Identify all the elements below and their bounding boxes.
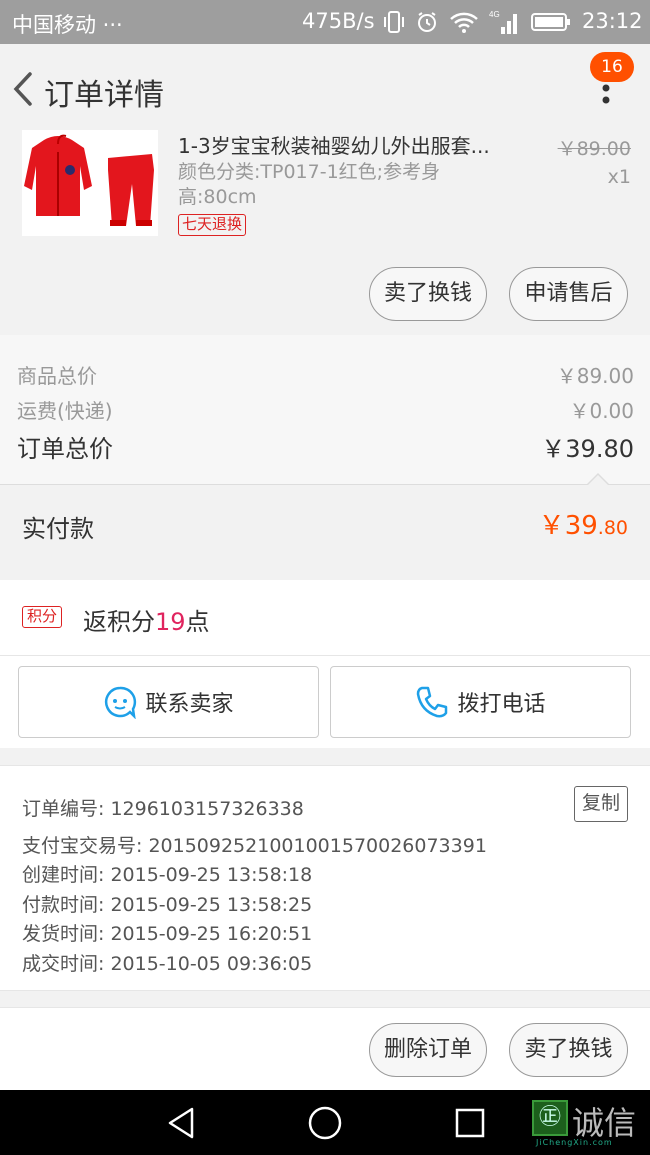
status-bar: 中国移动 ··· 475B/s 4G 23:12	[0, 0, 650, 44]
paid-time: 付款时间: 2015-09-25 13:58:25	[22, 894, 313, 916]
back-arrow-icon[interactable]	[8, 70, 38, 108]
sell-for-cash-bottom-button[interactable]: 卖了换钱	[509, 1023, 628, 1077]
4g-signal-icon: 4G	[489, 10, 517, 34]
watermark-logo: ㊣ 诚信 JiChengXin.com	[532, 1096, 650, 1147]
actual-payment: 实付款 ￥39.80	[0, 485, 650, 563]
order-number: 订单编号: 1296103157326338	[22, 798, 304, 820]
product-card[interactable]: 1-3岁宝宝秋装袖婴幼儿外出服套... 颜色分类:TP017-1红色;参考身高:…	[0, 130, 650, 335]
original-price: ￥89.00	[557, 138, 631, 160]
product-spec: 颜色分类:TP017-1红色;参考身高:80cm	[178, 161, 441, 208]
system-navigation-bar: ㊣ 诚信 JiChengXin.com	[0, 1090, 650, 1155]
nav-back-icon[interactable]	[166, 1107, 196, 1139]
amount-main: 39	[564, 511, 598, 541]
points-tag: 积分	[22, 606, 63, 628]
points-reward: 积分 返积分19点	[0, 580, 650, 656]
more-options-icon[interactable]	[598, 80, 614, 112]
seven-day-return-tag: 七天退换	[178, 214, 247, 236]
contact-seller-label: 联系卖家	[145, 692, 234, 717]
red-outfit-image	[22, 130, 158, 236]
currency-symbol: ￥	[538, 511, 565, 541]
pointer-arrow-inner	[588, 475, 608, 485]
actual-payment-label: 实付款	[22, 515, 94, 543]
header-bar: 订单详情 16	[0, 44, 650, 130]
page-title: 订单详情	[44, 78, 164, 113]
phone-icon	[417, 686, 448, 718]
contact-seller-button[interactable]: 联系卖家	[18, 666, 319, 738]
points-text: 返积分19点	[83, 602, 210, 637]
svg-text:4G: 4G	[489, 10, 500, 19]
amount-cents: .80	[597, 517, 628, 539]
clock: 23:12	[582, 9, 643, 33]
shipping-label: 运费(快递)	[17, 399, 113, 423]
chat-bubble-icon	[105, 686, 137, 719]
battery-icon	[531, 13, 570, 31]
order-total-row: 订单总价 ￥39.80	[17, 429, 634, 464]
apply-after-sales-button[interactable]: 申请售后	[509, 267, 628, 321]
goods-total-row: 商品总价 ￥89.00	[17, 360, 634, 389]
wifi-icon	[450, 12, 478, 33]
copy-button[interactable]: 复制	[574, 786, 628, 822]
call-phone-label: 拨打电话	[457, 692, 546, 717]
call-phone-button[interactable]: 拨打电话	[330, 666, 631, 738]
alarm-icon	[418, 12, 436, 32]
nav-home-icon[interactable]	[307, 1105, 343, 1141]
nav-recent-apps-icon[interactable]	[454, 1107, 486, 1139]
carrier-name: 中国移动 ···	[12, 13, 123, 37]
sell-for-cash-button[interactable]: 卖了换钱	[369, 267, 487, 321]
points-suffix: 点	[185, 608, 210, 636]
order-info: 订单编号: 1296103157326338 复制 支付宝交易号: 201509…	[0, 765, 650, 991]
vibrate-icon	[384, 11, 404, 33]
delete-order-button[interactable]: 删除订单	[369, 1023, 487, 1077]
points-prefix: 返积分	[83, 608, 155, 636]
quantity: x1	[607, 166, 631, 188]
status-icons: 4G	[383, 8, 571, 36]
shipped-time: 发货时间: 2015-09-25 16:20:51	[22, 923, 313, 945]
contact-actions: 联系卖家 拨打电话	[0, 656, 650, 748]
network-speed: 475B/s	[302, 9, 375, 33]
goods-total-label: 商品总价	[17, 364, 97, 388]
actual-payment-amount: ￥39.80	[539, 505, 628, 542]
notification-badge: 16	[590, 52, 634, 82]
goods-total-value: ￥89.00	[556, 364, 634, 388]
order-total-label: 订单总价	[17, 435, 113, 463]
points-count: 19	[155, 608, 186, 636]
watermark-url: JiChengXin.com	[536, 1138, 613, 1147]
shipping-value: ￥0.00	[569, 399, 634, 423]
order-total-value: ￥39.80	[541, 435, 634, 463]
created-time: 创建时间: 2015-09-25 13:58:18	[22, 864, 313, 886]
alipay-transaction-number: 支付宝交易号: 2015092521001001570026073391	[22, 835, 487, 857]
product-title[interactable]: 1-3岁宝宝秋装袖婴幼儿外出服套...	[178, 130, 508, 159]
completed-time: 成交时间: 2015-10-05 09:36:05	[22, 953, 313, 975]
product-thumbnail[interactable]	[22, 130, 158, 236]
shipping-row: 运费(快递) ￥0.00	[17, 395, 634, 424]
bottom-action-bar: 删除订单 卖了换钱	[0, 1007, 650, 1090]
watermark-glyph: ㊣	[532, 1100, 568, 1136]
price-summary: 商品总价 ￥89.00 运费(快递) ￥0.00 订单总价 ￥39.80	[0, 335, 650, 485]
